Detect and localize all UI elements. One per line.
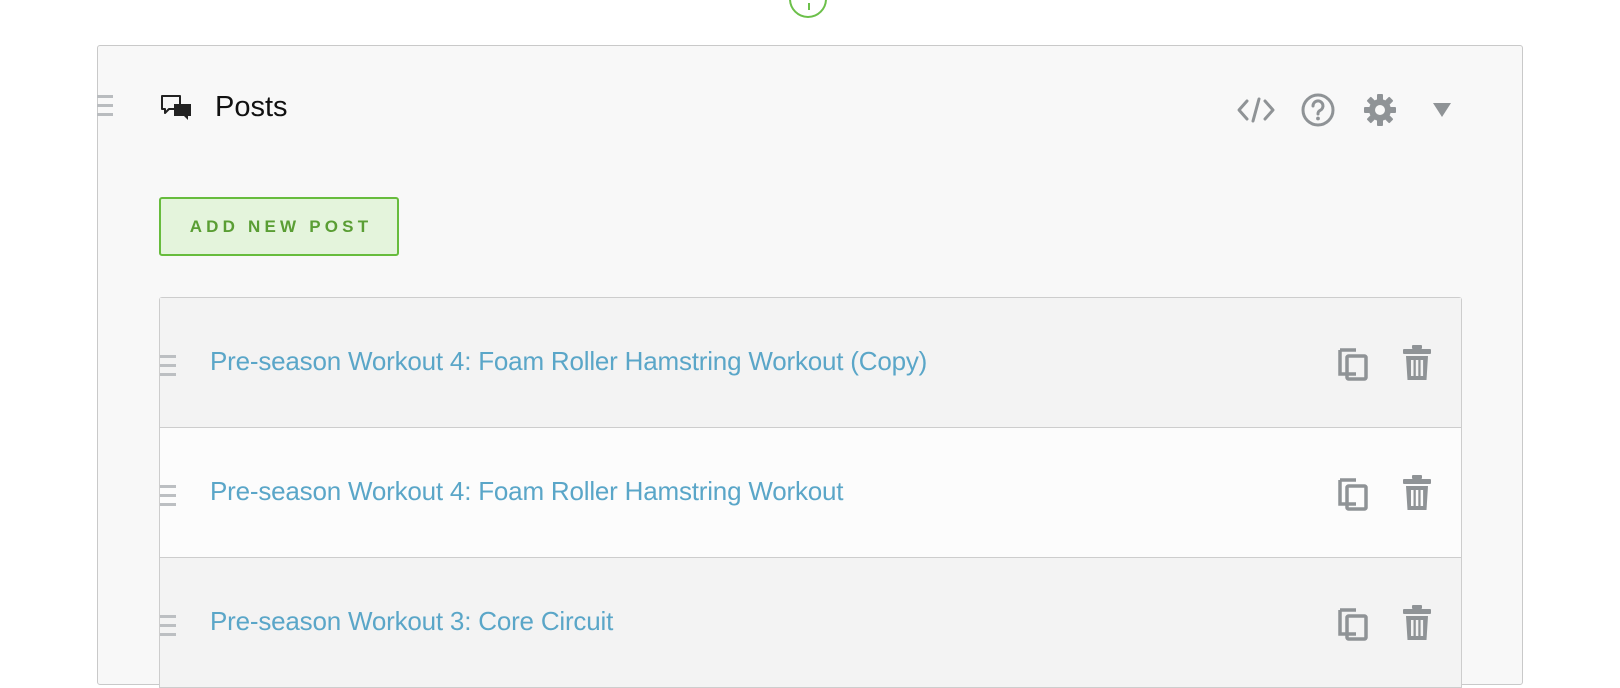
post-title-link[interactable]: Pre-season Workout 4: Foam Roller Hamstr… bbox=[210, 343, 927, 379]
row-drag-handle[interactable] bbox=[160, 615, 176, 637]
duplicate-icon[interactable] bbox=[1334, 342, 1372, 384]
row-actions bbox=[1334, 472, 1436, 514]
embed-code-icon[interactable] bbox=[1236, 90, 1276, 130]
duplicate-icon[interactable] bbox=[1334, 472, 1372, 514]
trash-icon[interactable] bbox=[1398, 602, 1436, 644]
collapse-arrow-icon[interactable] bbox=[1422, 90, 1462, 130]
add-block-button[interactable] bbox=[789, 0, 827, 18]
list-item: Pre-season Workout 3: Core Circuit bbox=[160, 558, 1461, 688]
trash-icon[interactable] bbox=[1398, 472, 1436, 514]
post-title-link[interactable]: Pre-season Workout 4: Foam Roller Hamstr… bbox=[210, 473, 843, 509]
posts-panel: Posts ADD NEW POST Pre-season Workout 4:… bbox=[97, 45, 1523, 688]
panel-title: Posts bbox=[215, 91, 288, 123]
row-actions bbox=[1334, 342, 1436, 384]
settings-gear-icon[interactable] bbox=[1360, 90, 1400, 130]
trash-icon[interactable] bbox=[1398, 342, 1436, 384]
chat-bubbles-icon bbox=[160, 94, 194, 124]
list-item: Pre-season Workout 4: Foam Roller Hamstr… bbox=[160, 298, 1461, 428]
add-new-post-button[interactable]: ADD NEW POST bbox=[159, 197, 399, 256]
row-actions bbox=[1334, 602, 1436, 644]
post-title-link[interactable]: Pre-season Workout 3: Core Circuit bbox=[210, 603, 613, 639]
duplicate-icon[interactable] bbox=[1334, 602, 1372, 644]
list-item: Pre-season Workout 4: Foam Roller Hamstr… bbox=[160, 428, 1461, 558]
row-drag-handle[interactable] bbox=[160, 485, 176, 507]
panel-drag-handle[interactable] bbox=[97, 95, 113, 117]
help-icon[interactable] bbox=[1298, 90, 1338, 130]
panel-toolbar bbox=[1236, 90, 1462, 130]
posts-list: Pre-season Workout 4: Foam Roller Hamstr… bbox=[159, 297, 1462, 688]
row-drag-handle[interactable] bbox=[160, 355, 176, 377]
